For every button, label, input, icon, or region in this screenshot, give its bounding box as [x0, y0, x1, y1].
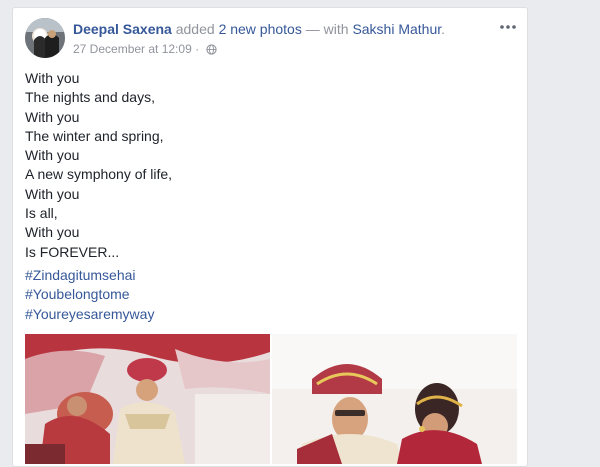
post-text-line: Is all,	[25, 205, 58, 222]
post-text-line: With you	[25, 224, 80, 241]
end-punctuation: .	[441, 21, 446, 37]
post-timestamp[interactable]: 27 December at 12:09	[73, 42, 192, 56]
post-text-line: With you	[25, 108, 80, 125]
post-header: Deepal Saxena added 2 new photos — with …	[73, 21, 445, 37]
globe-icon[interactable]	[206, 44, 218, 58]
hashtag-list: #Zindagitumsehai #Youbelongtome #Youreye…	[25, 266, 154, 324]
tagged-person-link[interactable]: Sakshi Mathur	[352, 21, 441, 37]
wedding-photo-2[interactable]	[272, 334, 517, 464]
post-text-line: With you	[25, 185, 80, 202]
meta-separator: ·	[195, 42, 200, 56]
post-text-line: A new symphony of life,	[25, 166, 173, 183]
hashtag-link[interactable]: #Youbelongtome	[25, 285, 154, 304]
author-name[interactable]: Deepal Saxena	[73, 21, 172, 37]
post-text-line: With you	[25, 147, 80, 164]
hashtag-link[interactable]: #Youreyesaremyway	[25, 305, 154, 324]
post-text: With you The nights and days, With you T…	[25, 69, 515, 262]
with-text: — with	[305, 21, 349, 37]
post-text-line: With you	[25, 70, 80, 86]
post-text-line: The nights and days,	[25, 89, 155, 106]
hashtag-link[interactable]: #Zindagitumsehai	[25, 266, 154, 285]
post-text-line: Is FOREVER...	[25, 243, 120, 260]
feed-post: Deepal Saxena added 2 new photos — with …	[12, 7, 528, 467]
post-text-line: The winter and spring,	[25, 127, 164, 144]
wedding-photo-1[interactable]	[25, 334, 270, 464]
avatar[interactable]	[25, 18, 65, 58]
post-meta: 27 December at 12:09 ·	[73, 42, 218, 58]
action-text: added	[175, 21, 215, 37]
photos-link[interactable]: 2 new photos	[219, 21, 302, 37]
more-options-icon[interactable]	[499, 20, 517, 32]
